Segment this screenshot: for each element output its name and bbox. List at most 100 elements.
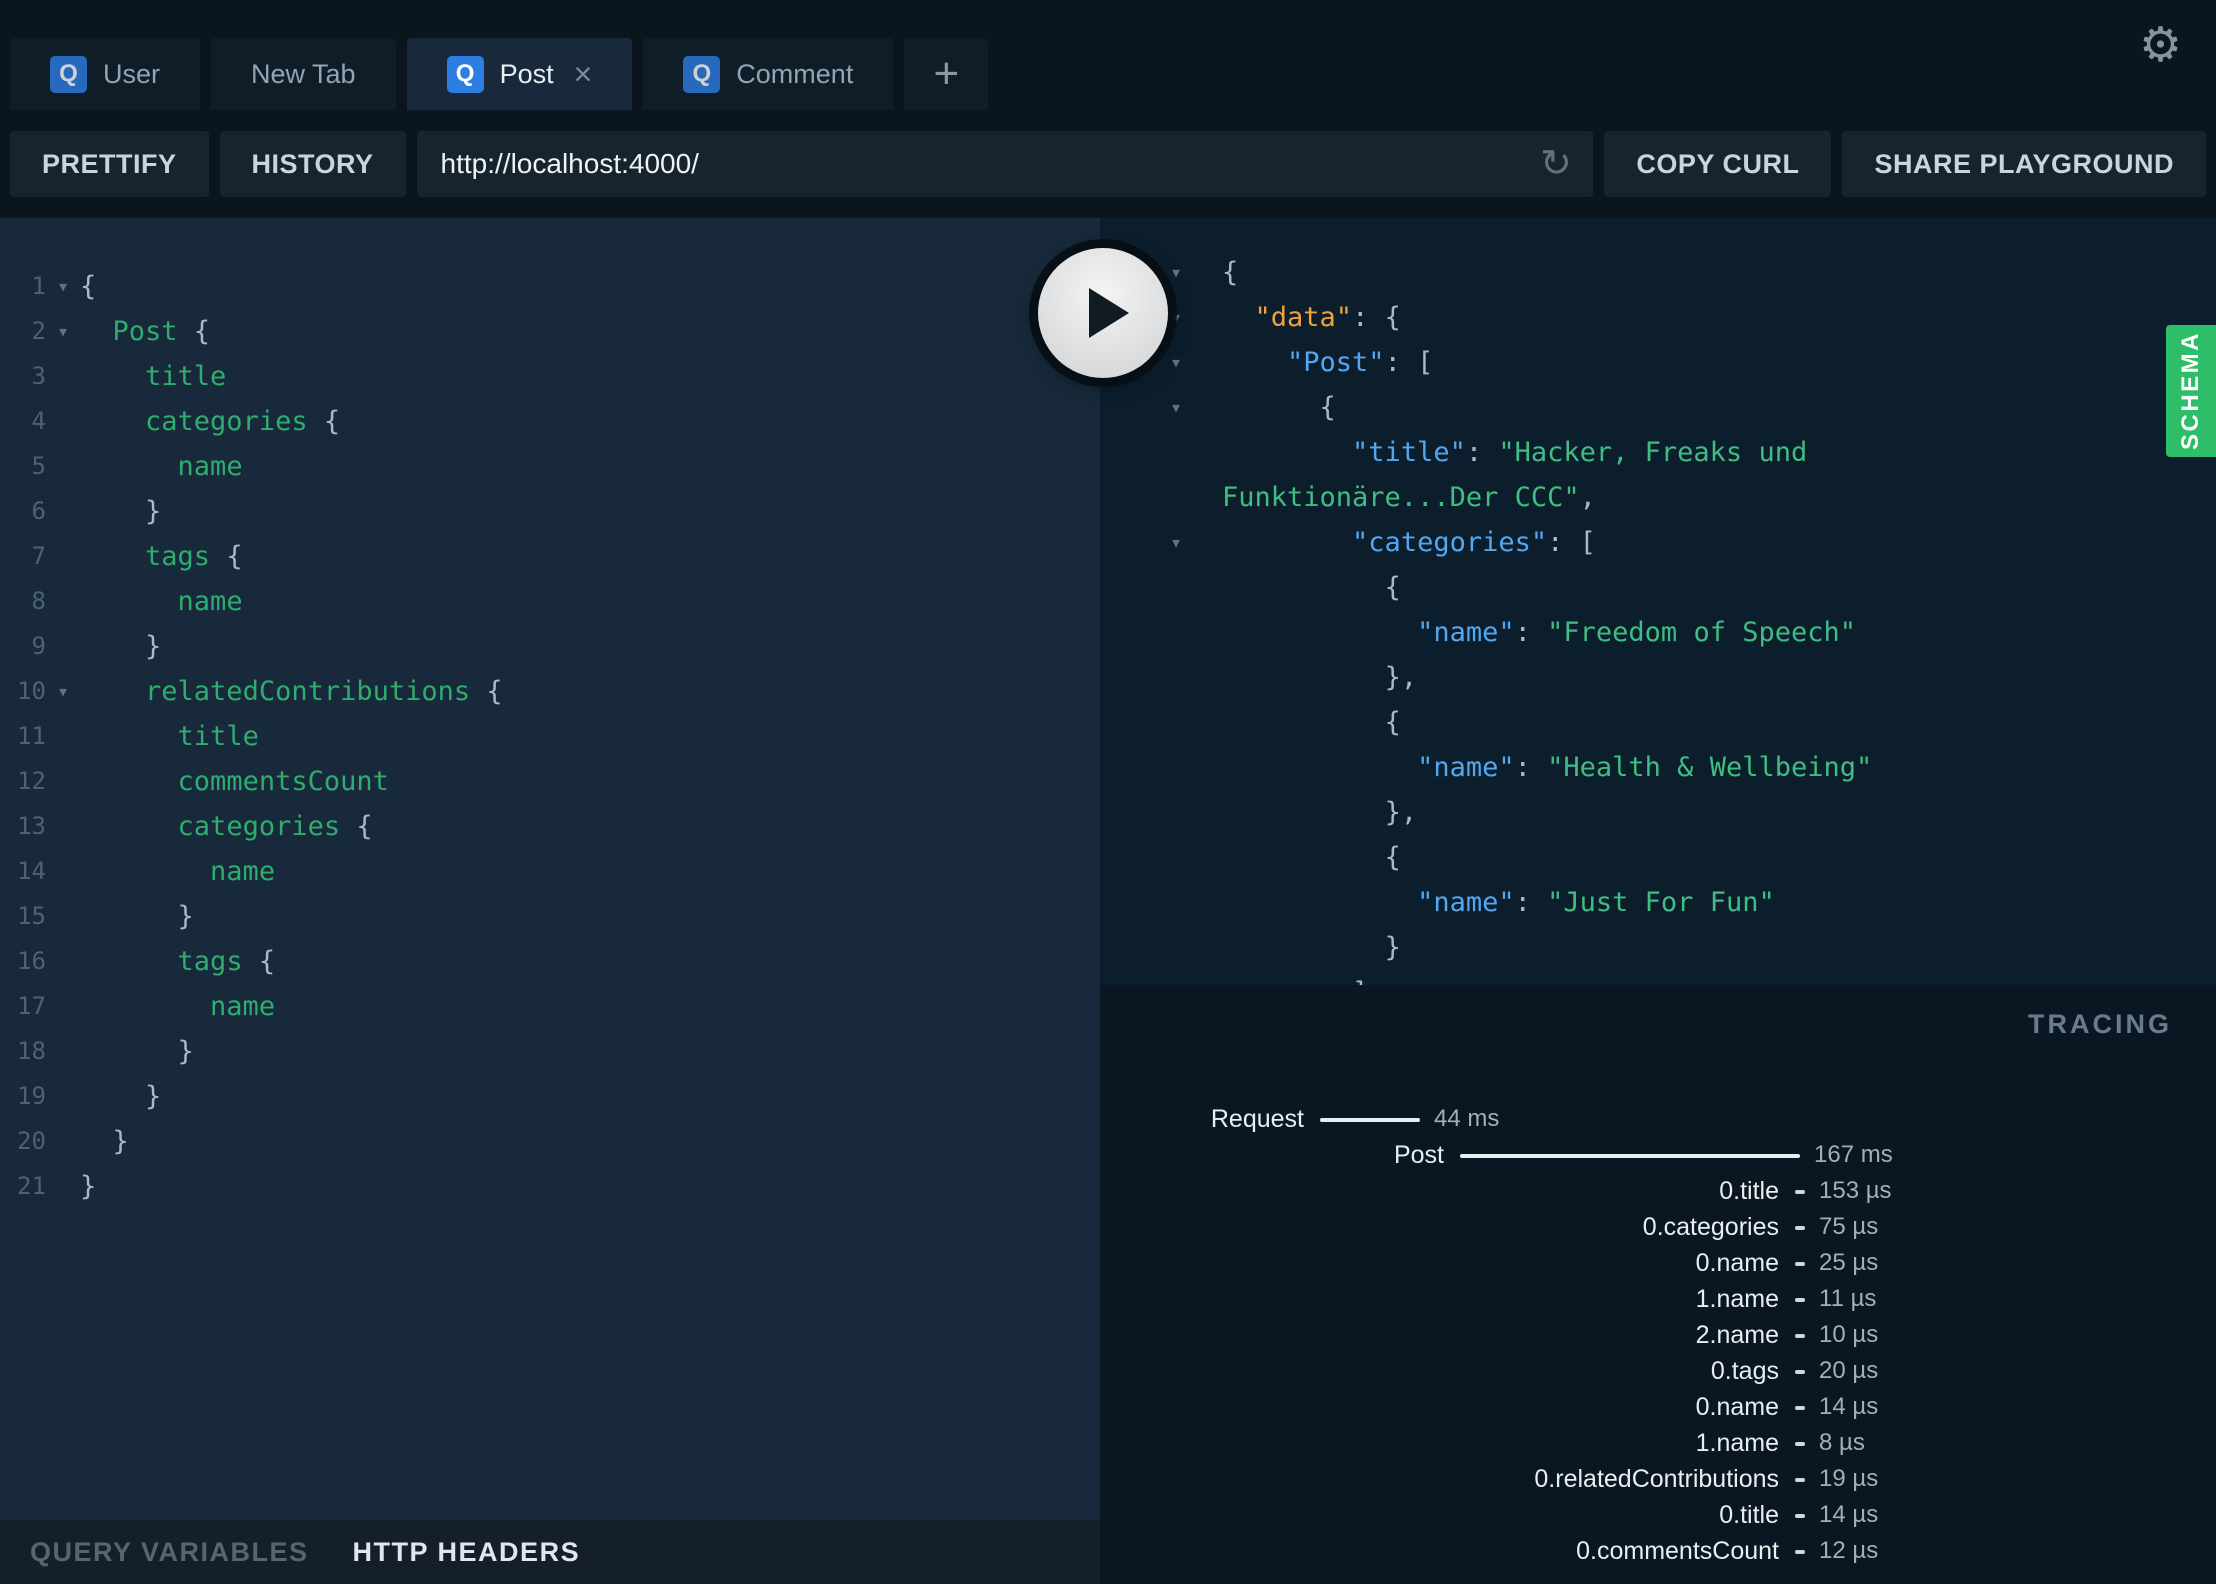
token: "Post" <box>1287 347 1385 378</box>
line-number: 18 <box>17 1037 46 1065</box>
reload-icon[interactable]: ↺ <box>1540 143 1572 185</box>
trace-duration-bar <box>1795 1298 1805 1302</box>
tab-list: Q User New Tab Q Post × Q Comment <box>10 38 894 110</box>
fold-arrow-icon[interactable]: ▾ <box>46 669 80 714</box>
fold-gutter <box>1170 925 1222 970</box>
trace-label: Request <box>1210 1105 1304 1133</box>
fold-gutter <box>46 894 80 939</box>
fold-gutter <box>46 759 80 804</box>
fold-arrow-icon[interactable]: ▾ <box>1170 340 1222 385</box>
token: title <box>177 721 259 752</box>
trace-duration-bar <box>1795 1478 1805 1482</box>
tab-label: Comment <box>736 58 854 89</box>
token: : <box>1465 437 1499 468</box>
tracing-panel: TRACING Request 44 ms Post 167 ms 0.title 153… <box>1100 985 2216 1584</box>
editor-line: 2 ▾ Post { <box>0 309 1100 354</box>
trace-time: 25 µs <box>1819 1249 1879 1276</box>
share-playground-button[interactable]: SHARE PLAYGROUND <box>1842 131 2206 197</box>
copy-curl-button[interactable]: COPY CURL <box>1604 131 1832 197</box>
tab-label: User <box>103 58 161 89</box>
tab-user[interactable]: Q User <box>10 38 201 110</box>
schema-tab[interactable]: SCHEMA <box>2166 325 2216 457</box>
line-number: 15 <box>17 902 46 930</box>
fold-arrow-icon[interactable]: ▾ <box>1170 385 1222 430</box>
line-number: 19 <box>17 1082 46 1110</box>
tracing-title[interactable]: TRACING <box>2028 1009 2172 1040</box>
trace-row: 1.name 8 µs <box>1100 1425 2216 1461</box>
trace-label: 0.name <box>1695 1393 1779 1421</box>
token: { <box>340 811 373 842</box>
token: { <box>1222 257 1239 288</box>
endpoint-url-input[interactable] <box>416 131 1594 197</box>
line-number: 12 <box>17 767 46 795</box>
code-text: { <box>1222 835 1401 880</box>
editor-line: 4 categories { <box>0 399 1100 444</box>
query-editor[interactable]: 1 ▾{2 ▾ Post {3 title 4 categories {5 name 6… <box>0 218 1100 1520</box>
token: "Hacker, Freaks und <box>1498 437 1808 468</box>
token: "Health & Wellbeing" <box>1547 752 1873 783</box>
add-tab-button[interactable]: + <box>904 38 989 110</box>
response-line: "name": "Just For Fun" <box>1170 880 2216 925</box>
trace-duration-bar <box>1795 1442 1805 1446</box>
editor-line: 21} <box>0 1164 1100 1209</box>
trace-label: 1.name <box>1695 1285 1779 1313</box>
prettify-button[interactable]: PRETTIFY <box>10 131 209 197</box>
token: categories <box>177 811 341 842</box>
token: categories <box>145 406 308 437</box>
line-number: 3 <box>31 362 46 390</box>
fold-arrow-icon[interactable]: ▾ <box>46 309 80 354</box>
code-text: } <box>80 1029 194 1074</box>
code-text: } <box>80 489 161 534</box>
code-text: } <box>80 894 194 939</box>
code-text: Funktionäre...Der CCC", <box>1222 475 1596 520</box>
line-number: 20 <box>17 1127 46 1155</box>
http-headers-toggle[interactable]: HTTP HEADERS <box>353 1537 581 1568</box>
response-line: }, <box>1170 655 2216 700</box>
execute-button[interactable] <box>1038 248 1168 378</box>
token: tags <box>177 946 243 977</box>
trace-label: Post <box>1393 1141 1444 1169</box>
response-line: ] <box>1170 970 2216 985</box>
fold-gutter <box>1170 700 1222 745</box>
fold-arrow-icon[interactable]: ▾ <box>1170 520 1222 565</box>
code-text: Post { <box>80 309 211 354</box>
token: ] <box>1352 977 1368 985</box>
fold-arrow-icon[interactable]: ▾ <box>1170 250 1222 295</box>
fold-gutter <box>46 1029 80 1074</box>
code-text: }, <box>1222 790 1418 835</box>
code-text: name <box>80 444 243 489</box>
line-number: 14 <box>17 857 46 885</box>
editor-line: 10 ▾ relatedContributions { <box>0 669 1100 714</box>
code-text: relatedContributions { <box>80 669 503 714</box>
trace-time: 14 µs <box>1819 1393 1879 1420</box>
code-text: name <box>80 984 275 1029</box>
token: tags <box>145 541 211 572</box>
fold-gutter <box>1170 655 1222 700</box>
history-button[interactable]: HISTORY <box>219 131 406 197</box>
token: { <box>242 946 276 977</box>
query-variables-toggle[interactable]: QUERY VARIABLES <box>30 1537 309 1568</box>
trace-duration-bar <box>1320 1118 1420 1122</box>
settings-gear-icon[interactable]: ⚙ <box>2139 22 2182 70</box>
tab-comment[interactable]: Q Comment <box>643 38 894 110</box>
line-number: 16 <box>17 947 46 975</box>
close-icon[interactable]: × <box>574 58 593 90</box>
fold-arrow-icon[interactable]: ▾ <box>1170 295 1222 340</box>
editor-line: 11 title <box>0 714 1100 759</box>
token: { <box>307 406 341 437</box>
tab-new-tab[interactable]: New Tab <box>211 38 396 110</box>
token: { <box>1384 707 1401 738</box>
response-line: Funktionäre...Der CCC", <box>1170 475 2216 520</box>
token: "title" <box>1352 437 1466 468</box>
trace-time: 14 µs <box>1819 1501 1879 1528</box>
fold-arrow-icon[interactable]: ▾ <box>46 264 80 309</box>
code-text: "data": { <box>1222 295 1401 340</box>
tab-post[interactable]: Q Post × <box>406 38 633 110</box>
token: name <box>210 856 276 887</box>
trace-duration-bar <box>1795 1334 1805 1338</box>
trace-row: 0.relatedContributions 19 µs <box>1100 1461 2216 1497</box>
trace-label: 0.commentsCount <box>1576 1537 1779 1565</box>
line-number: 2 <box>31 317 46 345</box>
token: : [ <box>1547 527 1596 558</box>
trace-duration-bar <box>1795 1190 1805 1194</box>
